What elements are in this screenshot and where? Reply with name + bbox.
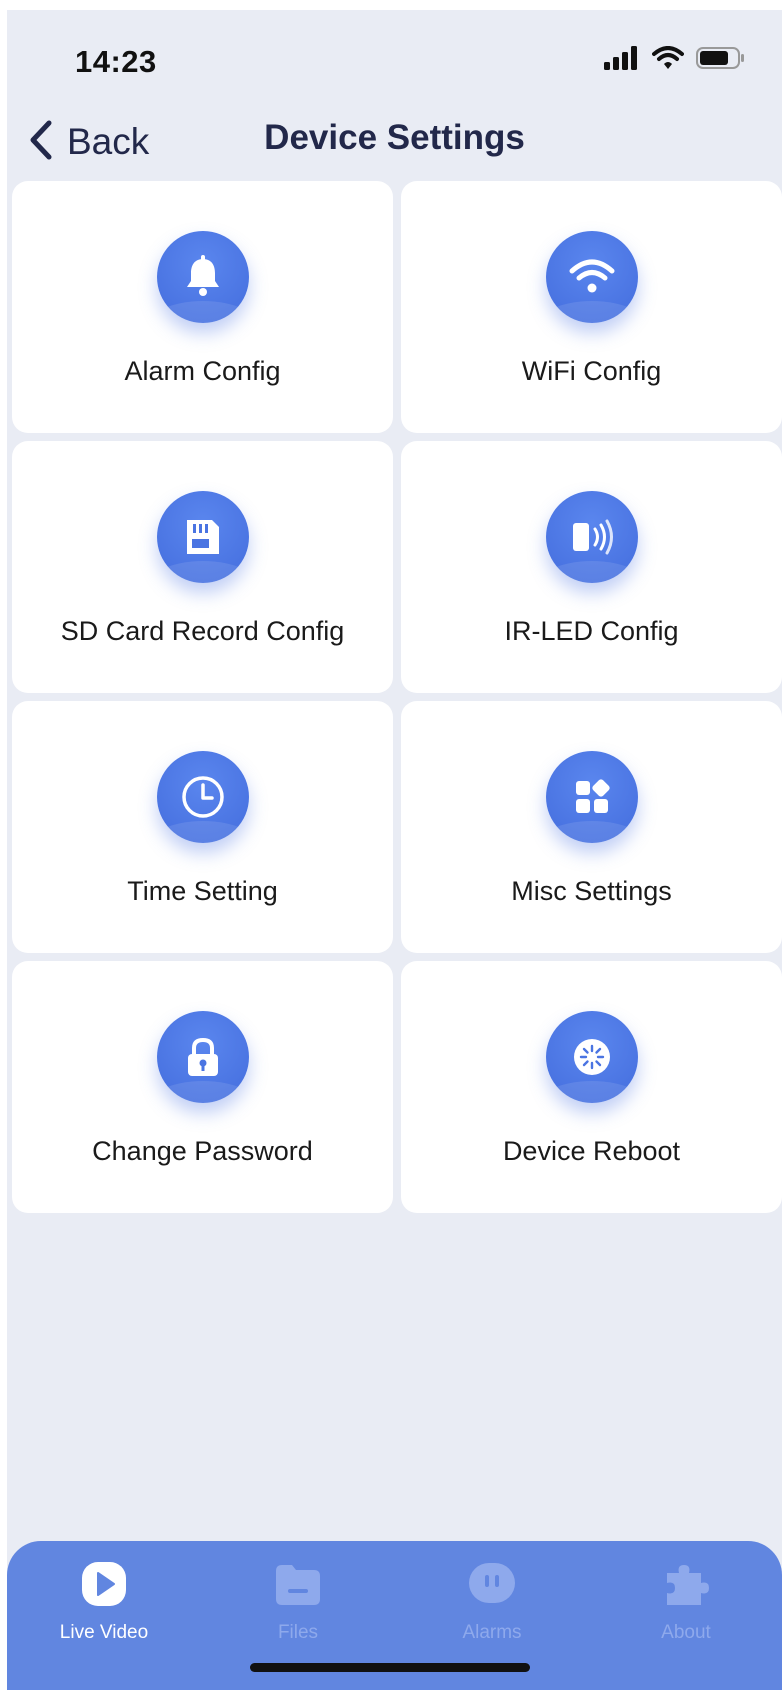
status-icons [604,40,746,80]
wifi-config-card[interactable]: WiFi Config [401,181,782,433]
clock-icon [156,751,249,843]
tab-about-label: About [661,1622,711,1643]
wifi-status-icon [652,45,684,75]
lock-icon [156,1011,249,1103]
change-password-card[interactable]: Change Password [12,961,393,1213]
misc-settings-label: Misc Settings [511,876,672,906]
tab-files[interactable]: Files [201,1561,395,1644]
ir-led-config-label: IR-LED Config [504,616,679,646]
tab-files-label: Files [277,1622,319,1643]
folder-icon [274,1561,322,1612]
ir-led-icon [545,491,638,583]
ir-led-config-card[interactable]: IR-LED Config [401,441,782,693]
cellular-signal-icon [604,45,640,75]
change-password-label: Change Password [92,1136,313,1166]
time-setting-card[interactable]: Time Setting [12,701,393,953]
status-time: 14:23 [75,44,157,79]
device-reboot-card[interactable]: Device Reboot [401,961,782,1213]
alarm-config-label: Alarm Config [124,356,281,386]
sd-card-record-config-card[interactable]: SD Card Record Config [12,441,393,693]
misc-settings-card[interactable]: Misc Settings [401,701,782,953]
page-title: Device Settings [264,118,525,157]
tab-live-video[interactable]: Live Video [7,1561,201,1644]
tab-about[interactable]: About [589,1561,782,1644]
home-indicator [250,1663,530,1672]
device-reboot-label: Device Reboot [502,1136,681,1166]
puzzle-icon [663,1561,709,1612]
alarm-icon [468,1561,516,1612]
tab-alarms[interactable]: Alarms [395,1561,589,1644]
phone-screen: 14:23 Back Device Settings Alarm Config … [7,10,782,1690]
reboot-icon [545,1011,638,1103]
battery-icon [696,46,746,75]
grid-icon [545,751,638,843]
time-setting-label: Time Setting [127,876,278,906]
sd-card-icon [156,491,249,583]
sd-card-record-config-label: SD Card Record Config [60,616,345,646]
tab-live-video-label: Live Video [59,1622,149,1643]
wifi-icon [545,231,638,323]
play-icon [81,1561,127,1612]
tab-alarms-label: Alarms [462,1622,522,1643]
wifi-config-label: WiFi Config [521,356,662,386]
bell-icon [156,231,249,323]
settings-grid: Alarm Config WiFi Config SD Card Record … [12,181,782,1213]
alarm-config-card[interactable]: Alarm Config [12,181,393,433]
